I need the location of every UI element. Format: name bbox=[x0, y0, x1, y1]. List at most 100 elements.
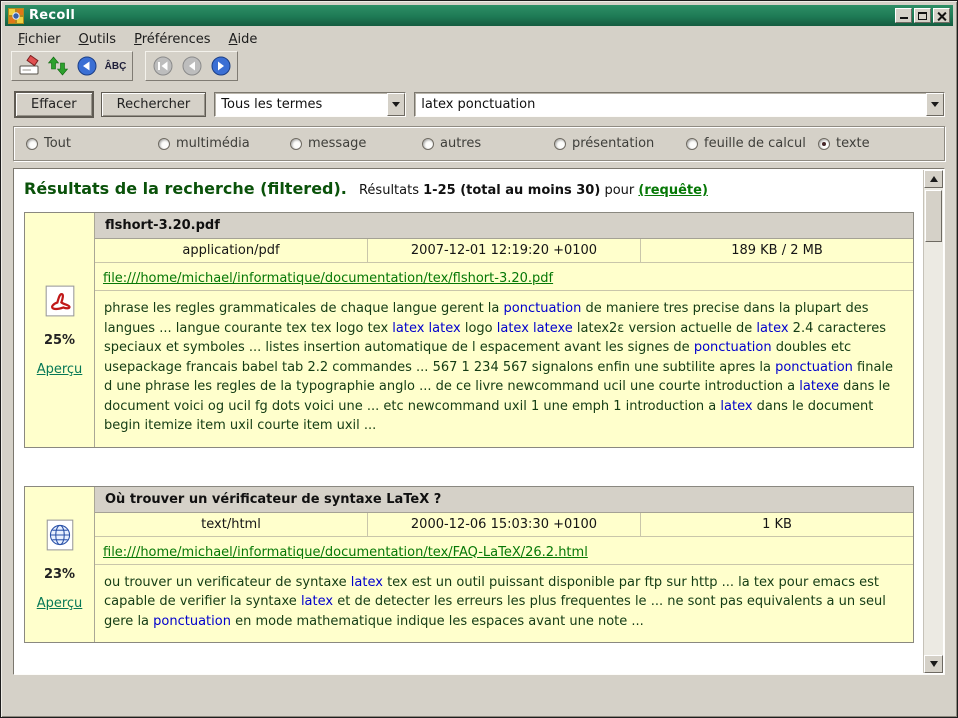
snippet-text: logo bbox=[461, 321, 497, 336]
filter-label: message bbox=[308, 136, 366, 151]
result-url-row: file:///home/michael/informatique/docume… bbox=[95, 537, 913, 565]
search-bar: Effacer Rechercher Tous les termes latex… bbox=[5, 82, 953, 122]
radio-icon bbox=[290, 138, 302, 150]
close-icon bbox=[937, 11, 946, 20]
relevance-percent: 25% bbox=[44, 333, 75, 348]
clear-button[interactable]: Effacer bbox=[15, 92, 93, 117]
relevance-percent: 23% bbox=[44, 567, 75, 582]
results-header: Résultats de la recherche (filtered). Ré… bbox=[24, 179, 916, 198]
prev-page-icon bbox=[181, 55, 203, 77]
highlighted-term: latex bbox=[756, 321, 788, 336]
clear-search-button[interactable] bbox=[15, 54, 42, 78]
snippet-text: en mode mathematique indique les espaces… bbox=[231, 614, 644, 629]
filter-label: présentation bbox=[572, 136, 654, 151]
query-link[interactable]: (requête) bbox=[638, 183, 708, 198]
close-button[interactable] bbox=[933, 8, 950, 23]
result-url-row: file:///home/michael/informatique/docume… bbox=[95, 263, 913, 291]
html-file-icon bbox=[43, 517, 77, 553]
preview-link[interactable]: Aperçu bbox=[37, 596, 83, 611]
filter-radio-texte[interactable]: texte bbox=[818, 136, 870, 151]
menu-fichier[interactable]: Fichier bbox=[9, 30, 70, 49]
scrollbar-thumb[interactable] bbox=[925, 190, 942, 242]
next-page-icon bbox=[210, 55, 232, 77]
app-icon bbox=[8, 8, 24, 24]
chevron-down-icon[interactable] bbox=[387, 93, 405, 116]
filter-label: texte bbox=[836, 136, 870, 151]
minimize-button[interactable] bbox=[895, 8, 912, 23]
result-body: flshort-3.20.pdf application/pdf 2007-12… bbox=[95, 213, 913, 447]
clear-search-icon bbox=[18, 55, 40, 77]
next-page-button[interactable] bbox=[207, 54, 234, 78]
titlebar[interactable]: Recoll bbox=[5, 5, 953, 26]
minimize-icon bbox=[900, 17, 908, 19]
results-summary: Résultats 1-25 (total au moins 30) pour … bbox=[359, 183, 708, 198]
filter-radio-autres[interactable]: autres bbox=[422, 136, 554, 151]
search-mode-value: Tous les termes bbox=[215, 93, 387, 116]
pdf-file-icon bbox=[43, 283, 77, 319]
preview-link[interactable]: Aperçu bbox=[37, 362, 83, 377]
radio-icon bbox=[686, 138, 698, 150]
first-page-button[interactable] bbox=[149, 54, 176, 78]
scrollbar-track[interactable] bbox=[924, 188, 943, 655]
radio-icon bbox=[554, 138, 566, 150]
snippet-text: ou trouver un verificateur de syntaxe bbox=[104, 575, 351, 590]
filter-radio-multimedia[interactable]: multimédia bbox=[158, 136, 290, 151]
result-snippet: ou trouver un verificateur de syntaxe la… bbox=[95, 565, 913, 643]
result-date: 2007-12-01 12:19:20 +0100 bbox=[368, 239, 641, 262]
arrow-down-icon bbox=[930, 661, 938, 667]
result-title: Où trouver un vérificateur de syntaxe La… bbox=[95, 487, 913, 513]
first-page-icon bbox=[152, 55, 174, 77]
scrollbar-down-button[interactable] bbox=[924, 655, 943, 673]
search-button[interactable]: Rechercher bbox=[101, 92, 207, 117]
filter-label: feuille de calcul bbox=[704, 136, 806, 151]
filter-radio-message[interactable]: message bbox=[290, 136, 422, 151]
statusbar bbox=[5, 675, 953, 713]
results-title: Résultats de la recherche (filtered). bbox=[24, 179, 347, 198]
radio-icon bbox=[26, 138, 38, 150]
highlighted-term: latex bbox=[351, 575, 383, 590]
result-snippet: phrase les regles grammaticales de chaqu… bbox=[95, 291, 913, 447]
update-index-icon bbox=[47, 55, 69, 77]
results-list: Résultats de la recherche (filtered). Ré… bbox=[15, 170, 922, 673]
entry-spacer bbox=[24, 448, 916, 486]
result-entry: 25% Aperçu flshort-3.20.pdf application/… bbox=[24, 212, 914, 448]
prev-page-button[interactable] bbox=[178, 54, 205, 78]
maximize-button[interactable] bbox=[914, 8, 931, 23]
result-size: 189 KB / 2 MB bbox=[641, 239, 913, 262]
result-date: 2000-12-06 15:03:30 +0100 bbox=[368, 513, 641, 536]
doc-history-icon bbox=[76, 55, 98, 77]
result-entry: 23% Aperçu Où trouver un vérificateur de… bbox=[24, 486, 914, 644]
result-title: flshort-3.20.pdf bbox=[95, 213, 913, 239]
arrow-up-icon bbox=[930, 176, 938, 182]
scrollbar-up-button[interactable] bbox=[924, 170, 943, 188]
vertical-scrollbar[interactable] bbox=[923, 170, 943, 673]
search-mode-select[interactable]: Tous les termes bbox=[214, 92, 406, 117]
toolbar-group-main: ÂBÇ bbox=[11, 51, 133, 81]
filter-label: multimédia bbox=[176, 136, 250, 151]
result-url-link[interactable]: file:///home/michael/informatique/docume… bbox=[103, 545, 588, 560]
update-index-button[interactable] bbox=[44, 54, 71, 78]
category-filter-frame: Tout multimédia message autres présentat… bbox=[13, 126, 945, 161]
chevron-down-icon[interactable] bbox=[926, 93, 944, 116]
filter-radio-feuille-de-calcul[interactable]: feuille de calcul bbox=[686, 136, 818, 151]
filter-radio-tout[interactable]: Tout bbox=[26, 136, 158, 151]
menu-aide[interactable]: Aide bbox=[220, 30, 267, 49]
term-explorer-button[interactable]: ÂBÇ bbox=[102, 54, 129, 78]
maximize-icon bbox=[918, 12, 927, 20]
menubar: Fichier Outils Préférences Aide bbox=[5, 26, 953, 50]
doc-history-button[interactable] bbox=[73, 54, 100, 78]
result-url-link[interactable]: file:///home/michael/informatique/docume… bbox=[103, 271, 553, 286]
filter-radio-presentation[interactable]: présentation bbox=[554, 136, 686, 151]
filter-label: autres bbox=[440, 136, 481, 151]
menu-preferences[interactable]: Préférences bbox=[125, 30, 219, 49]
result-side-panel: 25% Aperçu bbox=[25, 213, 95, 447]
highlighted-term: ponctuation bbox=[775, 360, 853, 375]
result-meta-row: text/html 2000-12-06 15:03:30 +0100 1 KB bbox=[95, 513, 913, 537]
search-query-input[interactable]: latex ponctuation bbox=[414, 92, 945, 117]
term-explorer-icon: ÂBÇ bbox=[105, 61, 127, 72]
highlighted-term: ponctuation bbox=[694, 340, 772, 355]
result-mime: application/pdf bbox=[95, 239, 368, 262]
toolbar-group-navigation bbox=[145, 51, 238, 81]
menu-outils[interactable]: Outils bbox=[70, 30, 126, 49]
search-query-value[interactable]: latex ponctuation bbox=[415, 93, 926, 116]
